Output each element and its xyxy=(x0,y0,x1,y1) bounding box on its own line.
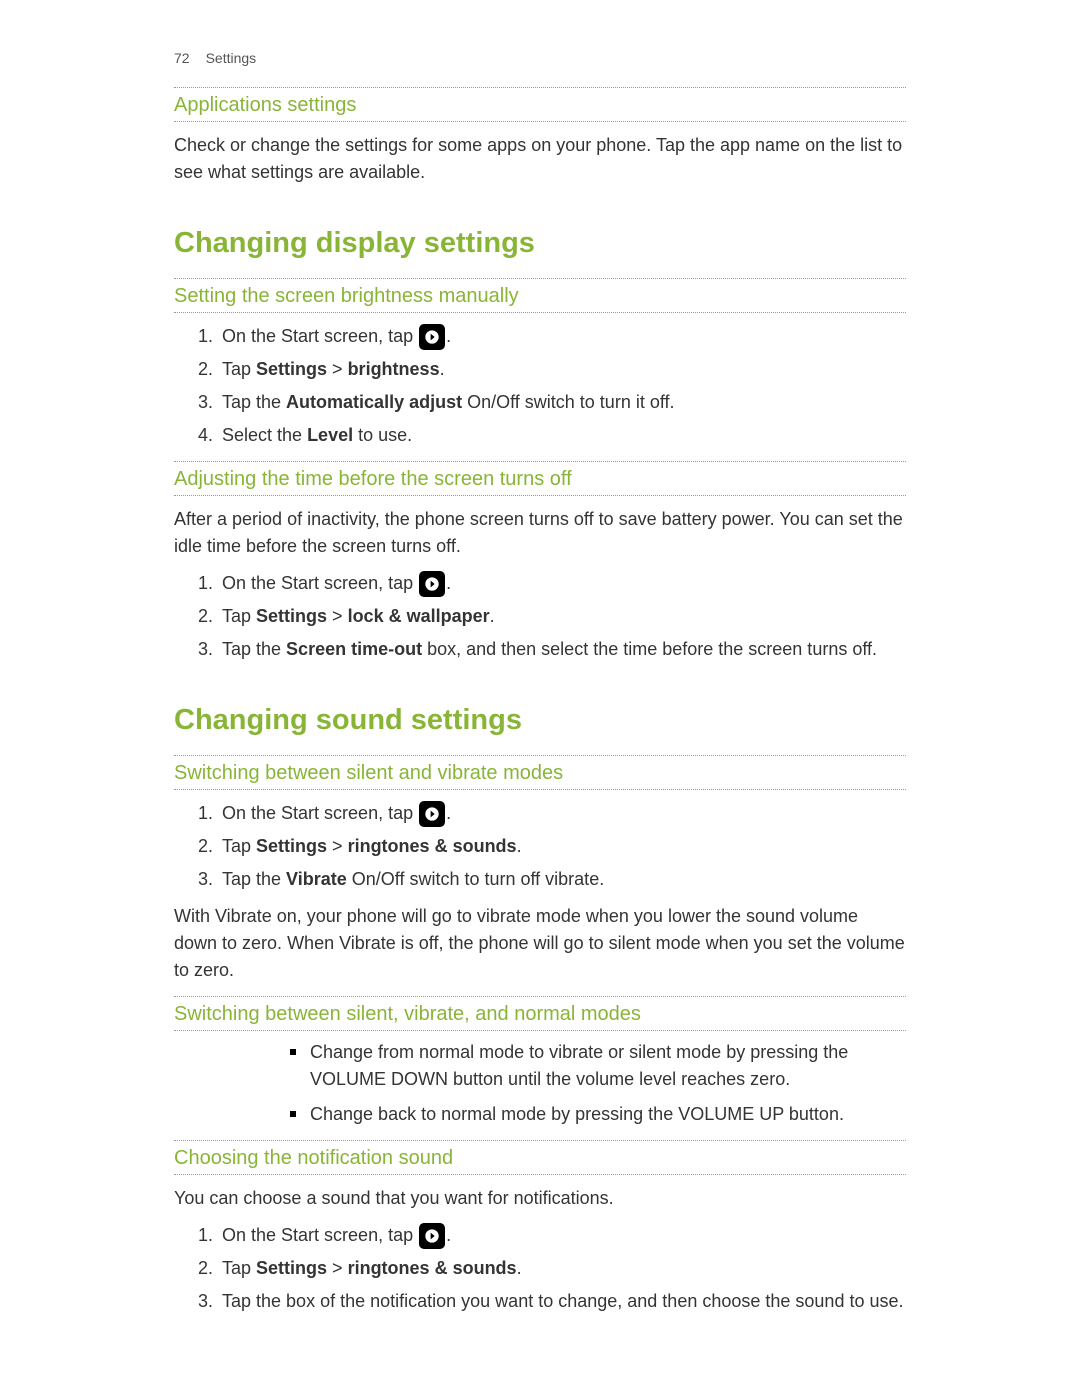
step-text: Tap the xyxy=(222,869,286,889)
step-text: Tap xyxy=(222,1258,256,1278)
step-text: Tap xyxy=(222,606,256,626)
step-item: Tap Settings > ringtones & sounds. xyxy=(218,833,906,860)
page-header: 72 Settings xyxy=(174,48,906,69)
step-text: > xyxy=(327,1258,348,1278)
step-item: Tap the Vibrate On/Off switch to turn of… xyxy=(218,866,906,893)
section-heading-silentvib: Switching between silent and vibrate mod… xyxy=(174,755,906,790)
section-heading-brightness: Setting the screen brightness manually xyxy=(174,278,906,313)
step-item: On the Start screen, tap . xyxy=(218,1222,906,1249)
section-title: Switching between silent and vibrate mod… xyxy=(174,758,906,788)
step-text: Select the xyxy=(222,425,307,445)
step-text: Tap xyxy=(222,359,256,379)
step-item: Tap the box of the notification you want… xyxy=(218,1288,906,1315)
section-body: After a period of inactivity, the phone … xyxy=(174,506,906,560)
step-text: > xyxy=(327,606,348,626)
step-text: Tap the xyxy=(222,392,286,412)
step-text: On the Start screen, tap xyxy=(222,1225,418,1245)
step-text: On the Start screen, tap xyxy=(222,326,418,346)
step-item: On the Start screen, tap . xyxy=(218,800,906,827)
bullets-modes: Change from normal mode to vibrate or si… xyxy=(174,1039,906,1128)
step-text: > xyxy=(327,836,348,856)
section-heading-apps: Applications settings xyxy=(174,87,906,122)
bullet-item: Change back to normal mode by pressing t… xyxy=(290,1101,906,1128)
step-item: Tap Settings > brightness. xyxy=(218,356,906,383)
manual-page: 72 Settings Applications settings Check … xyxy=(0,0,1080,1397)
steps-notif: On the Start screen, tap . Tap Settings … xyxy=(174,1222,906,1315)
bold-term: Screen time-out xyxy=(286,639,422,659)
step-item: Select the Level to use. xyxy=(218,422,906,449)
arrow-icon xyxy=(419,324,445,350)
step-item: On the Start screen, tap . xyxy=(218,570,906,597)
step-item: Tap Settings > lock & wallpaper. xyxy=(218,603,906,630)
step-item: Tap the Screen time-out box, and then se… xyxy=(218,636,906,663)
section-body: Check or change the settings for some ap… xyxy=(174,132,906,186)
step-text: . xyxy=(446,1225,451,1245)
step-text: On/Off switch to turn it off. xyxy=(462,392,674,412)
major-heading-sound: Changing sound settings xyxy=(174,699,906,743)
steps-timeout: On the Start screen, tap . Tap Settings … xyxy=(174,570,906,663)
major-heading-display: Changing display settings xyxy=(174,222,906,266)
step-item: Tap the Automatically adjust On/Off swit… xyxy=(218,389,906,416)
bold-term: ringtones & sounds xyxy=(348,836,517,856)
step-text: . xyxy=(446,573,451,593)
section-title: Switching between silent, vibrate, and n… xyxy=(174,999,906,1029)
arrow-icon xyxy=(419,571,445,597)
step-text: . xyxy=(517,1258,522,1278)
step-item: Tap Settings > ringtones & sounds. xyxy=(218,1255,906,1282)
bold-term: Settings xyxy=(256,1258,327,1278)
steps-brightness: On the Start screen, tap . Tap Settings … xyxy=(174,323,906,449)
step-text: Tap xyxy=(222,836,256,856)
section-body: With Vibrate on, your phone will go to v… xyxy=(174,903,906,984)
bullet-item: Change from normal mode to vibrate or si… xyxy=(290,1039,906,1093)
bold-term: Vibrate xyxy=(286,869,347,889)
section-title: Applications settings xyxy=(174,90,906,120)
step-text: On the Start screen, tap xyxy=(222,803,418,823)
step-text: . xyxy=(517,836,522,856)
bold-term: Settings xyxy=(256,836,327,856)
step-text: to use. xyxy=(353,425,412,445)
step-text: box, and then select the time before the… xyxy=(422,639,877,659)
section-body: You can choose a sound that you want for… xyxy=(174,1185,906,1212)
arrow-icon xyxy=(419,1223,445,1249)
bold-term: brightness xyxy=(348,359,440,379)
section-heading-timeout: Adjusting the time before the screen tur… xyxy=(174,461,906,496)
section-title: Adjusting the time before the screen tur… xyxy=(174,464,906,494)
step-text: On/Off switch to turn off vibrate. xyxy=(347,869,604,889)
step-text: . xyxy=(490,606,495,626)
steps-silentvib: On the Start screen, tap . Tap Settings … xyxy=(174,800,906,893)
section-title: Setting the screen brightness manually xyxy=(174,281,906,311)
bold-term: Level xyxy=(307,425,353,445)
step-text: > xyxy=(327,359,348,379)
bold-term: Settings xyxy=(256,359,327,379)
step-text: On the Start screen, tap xyxy=(222,573,418,593)
bold-term: ringtones & sounds xyxy=(348,1258,517,1278)
bold-term: lock & wallpaper xyxy=(348,606,490,626)
bold-term: Settings xyxy=(256,606,327,626)
page-number: 72 xyxy=(174,48,190,69)
arrow-icon xyxy=(419,801,445,827)
step-text: . xyxy=(446,803,451,823)
section-title: Choosing the notification sound xyxy=(174,1143,906,1173)
step-item: On the Start screen, tap . xyxy=(218,323,906,350)
section-heading-notif: Choosing the notification sound xyxy=(174,1140,906,1175)
step-text: Tap the xyxy=(222,639,286,659)
section-heading-modes: Switching between silent, vibrate, and n… xyxy=(174,996,906,1031)
step-text: . xyxy=(440,359,445,379)
chapter-name: Settings xyxy=(206,48,257,69)
step-text: . xyxy=(446,326,451,346)
bold-term: Automatically adjust xyxy=(286,392,462,412)
